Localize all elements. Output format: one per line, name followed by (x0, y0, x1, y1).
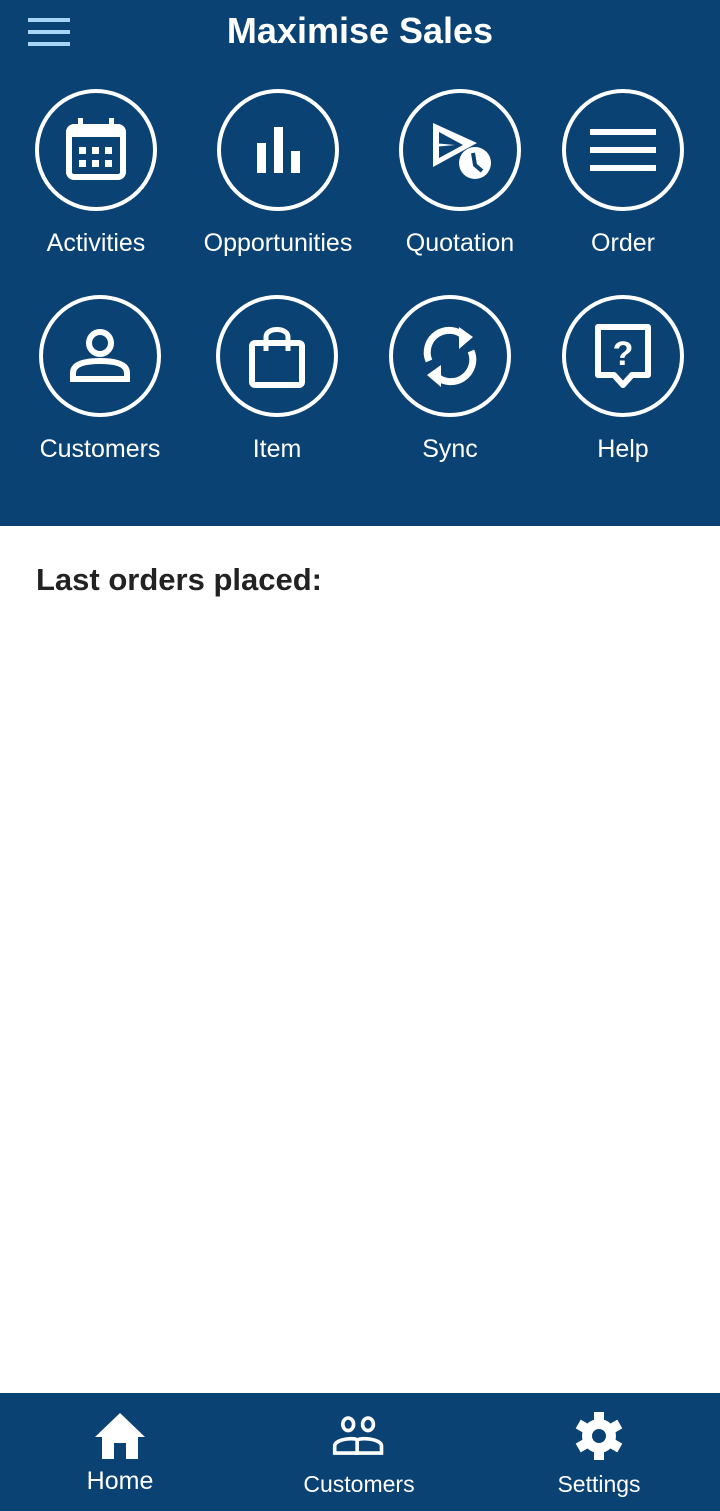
calendar-icon (66, 118, 126, 180)
tile-sync[interactable]: Sync (360, 295, 540, 464)
send-clock-icon (433, 123, 491, 179)
nav-settings[interactable]: Settings (499, 1411, 699, 1498)
list-icon (590, 129, 656, 171)
tile-item[interactable]: Item (187, 295, 367, 464)
header: Maximise Sales Activities Opportunities … (0, 0, 720, 526)
sync-icon (423, 326, 477, 387)
tile-quotation[interactable]: Quotation (370, 89, 550, 258)
tile-opportunities[interactable]: Opportunities (188, 89, 368, 258)
person-icon (70, 329, 130, 382)
tile-order[interactable]: Order (533, 89, 713, 258)
shopping-bag-icon (249, 327, 305, 388)
tile-activities[interactable]: Activities (6, 89, 186, 258)
svg-text:?: ? (613, 335, 634, 373)
bar-chart-icon (257, 127, 300, 173)
last-orders-heading: Last orders placed: (36, 562, 322, 597)
gear-icon (575, 1412, 623, 1460)
tile-help[interactable]: ? Help (533, 295, 713, 464)
app-title: Maximise Sales (226, 10, 494, 51)
nav-home[interactable]: Home (20, 1411, 220, 1496)
tile-customers[interactable]: Customers (10, 295, 190, 464)
home-icon (95, 1413, 145, 1459)
nav-customers[interactable]: Customers (259, 1411, 459, 1498)
bottom-nav: Home Customers Settings (0, 1393, 720, 1511)
people-icon (332, 1416, 384, 1455)
help-icon: ? (595, 324, 651, 388)
